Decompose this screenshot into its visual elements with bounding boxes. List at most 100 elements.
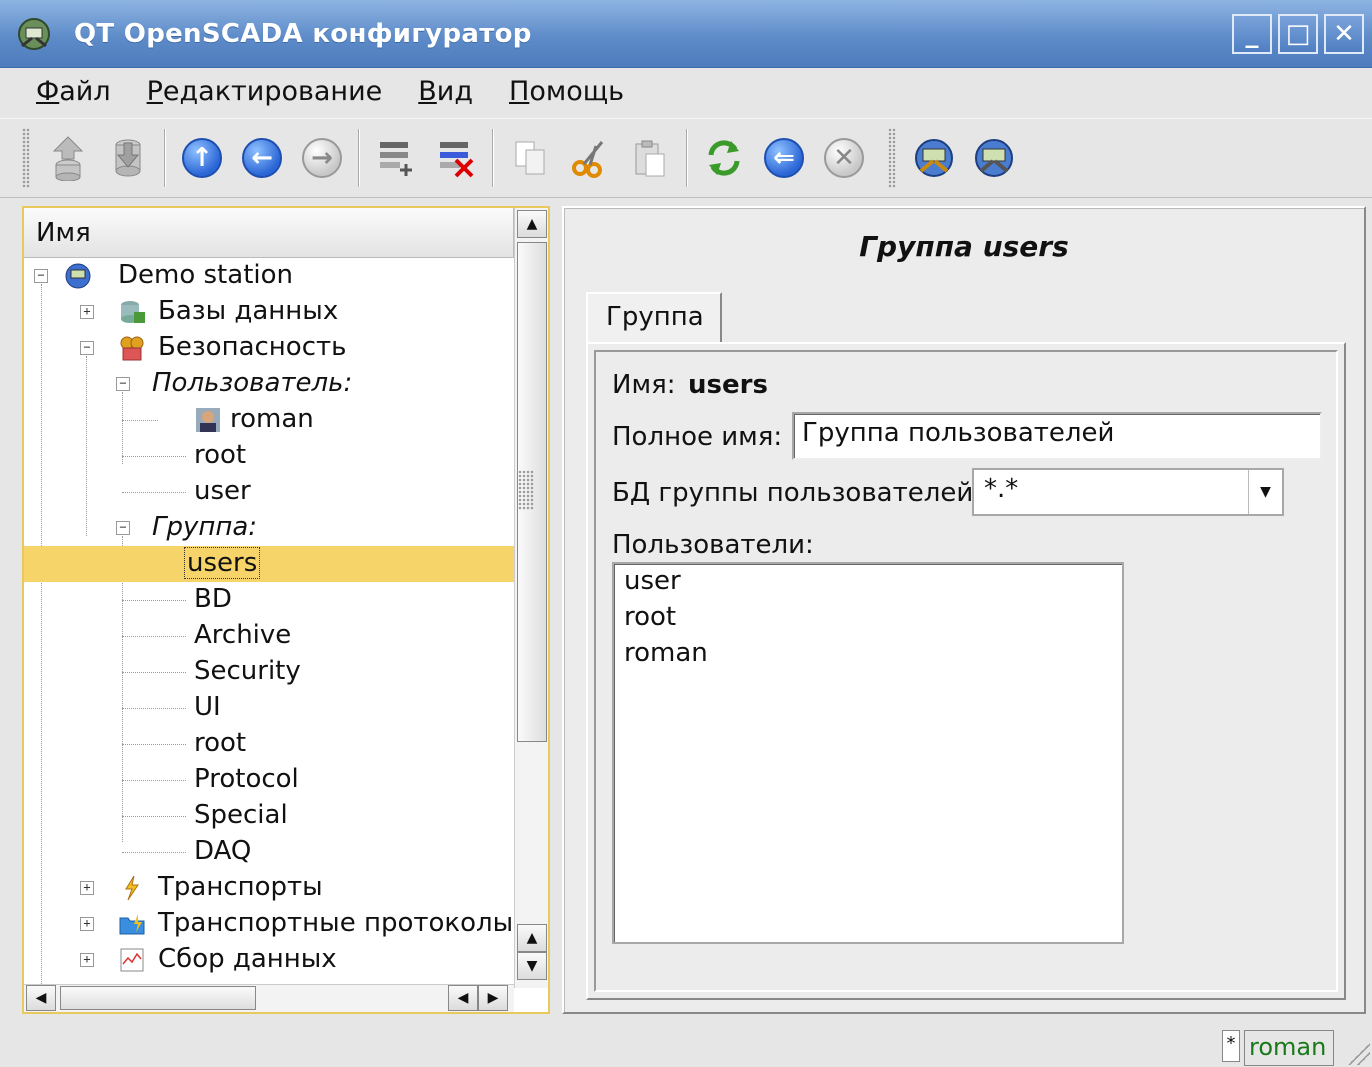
tree-item-groups-folder[interactable]: − Группа:	[24, 510, 514, 546]
close-button[interactable]: ✕	[1324, 14, 1364, 54]
delete-item-button[interactable]	[429, 131, 483, 185]
scroll-down-button[interactable]: ▼	[517, 952, 547, 980]
resize-grip[interactable]	[1348, 1043, 1370, 1065]
minimize-button[interactable]: _	[1232, 14, 1272, 54]
chevron-down-icon: ▼	[1248, 470, 1282, 514]
horizontal-scroll-thumb[interactable]	[60, 986, 256, 1010]
tree-item-group-protocol[interactable]: Protocol	[24, 762, 514, 798]
tree-vertical-scrollbar[interactable]: ▲ ▲ ▼	[514, 208, 548, 988]
status-bar: * roman	[0, 1020, 1372, 1067]
db-save-icon	[115, 139, 141, 177]
scroll-left-button[interactable]: ◀	[26, 985, 56, 1011]
tree-item-data-acquisition[interactable]: + Сбор данных	[24, 942, 514, 978]
tree-item-user-root[interactable]: root	[24, 438, 514, 474]
folder-icon	[119, 914, 145, 935]
tree-item-group-ui[interactable]: UI	[24, 690, 514, 726]
app-icon	[16, 16, 52, 52]
navigation-tree[interactable]: − Demo station + Базы данных − Безопасно…	[24, 258, 514, 988]
openscada-icon	[915, 139, 953, 177]
list-item[interactable]: user	[614, 564, 1122, 600]
forward-button[interactable]: →	[295, 131, 349, 185]
scroll-right-button[interactable]: ▶	[478, 985, 508, 1011]
db-select[interactable]: *.* ▼	[972, 468, 1284, 516]
copy-icon	[515, 141, 545, 175]
load-button[interactable]	[41, 131, 95, 185]
menu-help[interactable]: Помощь	[509, 76, 624, 107]
db-label: БД группы пользователей:	[612, 478, 983, 508]
tree-item-group-bd[interactable]: BD	[24, 582, 514, 618]
user-avatar-icon	[196, 408, 220, 432]
tree-column-header[interactable]: Имя	[24, 208, 514, 258]
tree-item-group-users[interactable]: users	[24, 546, 514, 582]
title-bar: QT OpenSCADA конфигуратор _ □ ✕	[0, 0, 1372, 68]
add-item-icon	[380, 142, 412, 176]
arrow-left-circle-icon: ⇐	[764, 138, 804, 178]
tree-item-users-folder[interactable]: − Пользователь:	[24, 366, 514, 402]
module-button-1[interactable]	[907, 131, 961, 185]
scroll-left-button-2[interactable]: ◀	[448, 985, 478, 1011]
refresh-icon	[708, 140, 740, 176]
station-icon	[65, 263, 91, 289]
paste-icon	[635, 140, 665, 177]
name-label: Имя:	[612, 370, 676, 400]
add-item-button[interactable]	[369, 131, 423, 185]
db-load-icon	[52, 136, 84, 181]
start-button[interactable]: ⇐	[757, 131, 811, 185]
menu-file[interactable]: Файл	[36, 76, 111, 107]
tree-item-group-archive[interactable]: Archive	[24, 618, 514, 654]
tree-horizontal-scrollbar[interactable]: ◀ ◀ ▶	[24, 984, 514, 1012]
arrow-up-icon: ↑	[182, 138, 222, 178]
maximize-button[interactable]: □	[1278, 14, 1318, 54]
arrow-right-icon: →	[302, 138, 342, 178]
scroll-up-button[interactable]: ▲	[517, 210, 547, 238]
tab-group[interactable]: Группа	[586, 292, 722, 344]
database-icon	[121, 301, 145, 323]
panel-splitter[interactable]	[518, 470, 534, 510]
stop-button[interactable]: ✕	[817, 131, 871, 185]
module-button-2[interactable]	[967, 131, 1021, 185]
scroll-up-button-2[interactable]: ▲	[517, 924, 547, 952]
tree-item-group-daq[interactable]: DAQ	[24, 834, 514, 870]
content-panel: Группа users Группа Имя: users Полное им…	[562, 206, 1366, 1014]
paste-button[interactable]	[623, 131, 677, 185]
toolbar-grip-2[interactable]	[888, 128, 896, 188]
tree-item-transports[interactable]: + Транспорты	[24, 870, 514, 906]
current-user[interactable]: roman	[1244, 1030, 1334, 1066]
toolbar: ↑ ← → ⇐ ✕	[0, 118, 1372, 198]
lightning-icon	[125, 875, 139, 901]
tree-item-transport-protocols[interactable]: + Транспортные протоколы	[24, 906, 514, 942]
fullname-input[interactable]: Группа пользователей	[792, 412, 1322, 460]
menu-edit[interactable]: Редактирование	[147, 76, 383, 107]
arrow-left-icon: ←	[242, 138, 282, 178]
tab-pane: Имя: users Полное имя: Группа пользовате…	[586, 342, 1346, 1000]
security-icon	[120, 336, 144, 361]
tree-item-user-roman[interactable]: roman	[24, 402, 514, 438]
toolbar-grip[interactable]	[22, 128, 30, 188]
navigation-tree-panel: Имя − Demo station + Базы данных − Безоп…	[22, 206, 550, 1014]
scissors-icon	[572, 141, 604, 178]
tree-item-demo-station[interactable]: − Demo station	[24, 258, 514, 294]
save-button[interactable]	[101, 131, 155, 185]
copy-button[interactable]	[503, 131, 557, 185]
tree-item-group-special[interactable]: Special	[24, 798, 514, 834]
tree-item-user-user[interactable]: user	[24, 474, 514, 510]
db-select-value: *.*	[984, 474, 1019, 504]
up-button[interactable]: ↑	[175, 131, 229, 185]
tree-item-security[interactable]: − Безопасность	[24, 330, 514, 366]
list-item[interactable]: roman	[614, 636, 1122, 672]
tree-item-group-root[interactable]: root	[24, 726, 514, 762]
chart-icon	[120, 948, 144, 972]
modified-indicator: *	[1222, 1030, 1240, 1062]
refresh-button[interactable]	[697, 131, 751, 185]
menu-view[interactable]: Вид	[418, 76, 473, 107]
window-title: QT OpenSCADA конфигуратор	[74, 18, 532, 49]
cut-button[interactable]	[563, 131, 617, 185]
delete-item-icon	[440, 142, 474, 178]
users-list[interactable]: user root roman	[612, 562, 1124, 944]
tree-item-databases[interactable]: + Базы данных	[24, 294, 514, 330]
fullname-label: Полное имя:	[612, 422, 783, 452]
cancel-icon: ✕	[824, 138, 864, 178]
list-item[interactable]: root	[614, 600, 1122, 636]
back-button[interactable]: ←	[235, 131, 289, 185]
tree-item-group-security[interactable]: Security	[24, 654, 514, 690]
